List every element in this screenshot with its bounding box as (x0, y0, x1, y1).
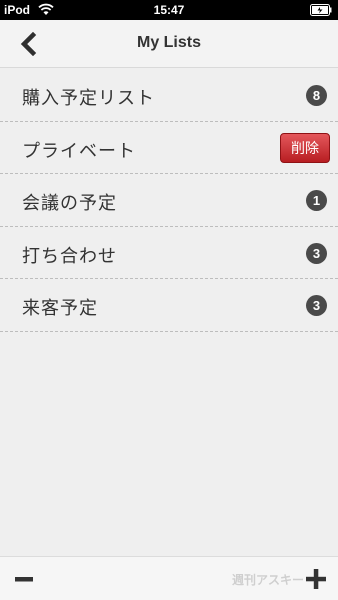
remove-list-button[interactable] (10, 565, 38, 593)
status-bar: iPod 15:47 (0, 0, 338, 20)
count-badge: 1 (306, 190, 327, 211)
lists-table: 購入予定リスト 8 プライベート 削除 会議の予定 1 打ち合わせ 3 来客予定… (0, 69, 338, 332)
status-time: 15:47 (153, 3, 185, 17)
count-badge: 3 (306, 242, 327, 264)
page-title: My Lists (136, 34, 201, 51)
list-item-label: 購入予定リスト (22, 88, 155, 109)
navigation-bar: My Lists (0, 20, 338, 68)
list-item-label: 来客予定 (22, 298, 98, 319)
battery-icon (310, 4, 332, 16)
list-item[interactable]: 購入予定リスト 8 (0, 69, 338, 122)
minus-icon (15, 577, 33, 582)
list-item[interactable]: 打ち合わせ 3 (0, 226, 338, 279)
watermark: 週刊アスキー (231, 573, 304, 587)
count-badge: 3 (306, 295, 327, 316)
add-list-button[interactable] (302, 565, 330, 593)
bottom-toolbar: 週刊アスキー (0, 556, 338, 600)
list-item-label: プライベート (22, 140, 136, 162)
list-item[interactable]: プライベート 削除 (0, 121, 338, 174)
list-item-label: 打ち合わせ (22, 245, 117, 267)
plus-icon (306, 569, 326, 589)
list-item[interactable]: 会議の予定 1 (0, 174, 338, 227)
list-item[interactable]: 来客予定 3 (0, 279, 338, 332)
count-badge: 8 (306, 85, 327, 106)
list-item-label: 会議の予定 (22, 193, 117, 214)
delete-button[interactable]: 削除 (280, 132, 330, 163)
